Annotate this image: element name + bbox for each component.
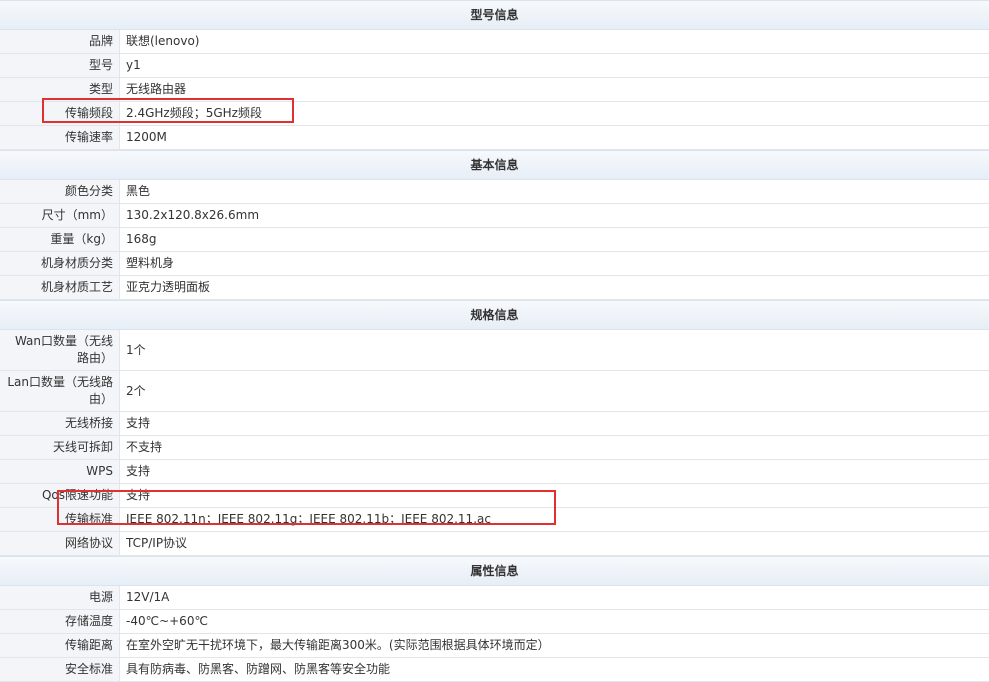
spec-value: 在室外空旷无干扰环境下，最大传输距离300米。(实际范围根据具体环境而定） xyxy=(126,638,550,652)
spec-label: WPS xyxy=(0,460,120,483)
spec-row: 传输速率 1200M xyxy=(0,126,989,150)
spec-row: 品牌 联想(lenovo) xyxy=(0,30,989,54)
spec-value: 168g xyxy=(126,232,157,246)
spec-value: 1个 xyxy=(126,342,146,357)
spec-label: 机身材质工艺 xyxy=(0,276,120,299)
spec-row: 类型 无线路由器 xyxy=(0,78,989,102)
spec-value: 具有防病毒、防黑客、防蹭网、防黑客等安全功能 xyxy=(126,662,391,676)
spec-value: 不支持 xyxy=(126,440,163,454)
spec-row: 机身材质分类 塑料机身 xyxy=(0,252,989,276)
spec-value: 12V/1A xyxy=(126,590,170,604)
spec-row: 电源 12V/1A xyxy=(0,586,989,610)
section-header: 属性信息 xyxy=(0,556,989,586)
spec-value: 130.2x120.8x26.6mm xyxy=(126,208,260,222)
spec-row: 机身材质工艺 亚克力透明面板 xyxy=(0,276,989,300)
spec-label: 传输频段 xyxy=(0,102,120,125)
spec-label: 电源 xyxy=(0,586,120,609)
spec-value: 亚克力透明面板 xyxy=(126,280,211,294)
spec-label: 类型 xyxy=(0,78,120,101)
spec-row: 网络协议 TCP/IP协议 xyxy=(0,532,989,556)
spec-label: 品牌 xyxy=(0,30,120,53)
spec-value: 支持 xyxy=(126,416,151,430)
spec-label: 存储温度 xyxy=(0,610,120,633)
spec-label: 重量（kg） xyxy=(0,228,120,251)
spec-value: IEEE 802.11n；IEEE 802.11g；IEEE 802.11b；I… xyxy=(126,512,491,526)
spec-value: 2.4GHz频段；5GHz频段 xyxy=(126,106,262,120)
spec-value: TCP/IP协议 xyxy=(126,536,188,550)
spec-row: 传输标准 IEEE 802.11n；IEEE 802.11g；IEEE 802.1… xyxy=(0,508,989,532)
spec-value: 无线路由器 xyxy=(126,82,187,96)
spec-label: 网络协议 xyxy=(0,532,120,555)
spec-row: 无线桥接 支持 xyxy=(0,412,989,436)
section-header: 基本信息 xyxy=(0,150,989,180)
spec-value: 支持 xyxy=(126,488,151,502)
spec-label: Qos限速功能 xyxy=(0,484,120,507)
spec-row: 传输频段 2.4GHz频段；5GHz频段 xyxy=(0,102,989,126)
spec-label: 传输距离 xyxy=(0,634,120,657)
spec-row: 存储温度 -40℃~+60℃ xyxy=(0,610,989,634)
spec-value: 黑色 xyxy=(126,184,151,198)
spec-row: WPS 支持 xyxy=(0,460,989,484)
spec-label: 传输标准 xyxy=(0,508,120,531)
spec-label: 颜色分类 xyxy=(0,180,120,203)
spec-row: Wan口数量（无线路由） 1个 xyxy=(0,330,989,371)
spec-label: Lan口数量（无线路由） xyxy=(0,371,120,411)
spec-row: 颜色分类 黑色 xyxy=(0,180,989,204)
spec-row: 尺寸（mm） 130.2x120.8x26.6mm xyxy=(0,204,989,228)
spec-label: 型号 xyxy=(0,54,120,77)
spec-row: 传输距离 在室外空旷无干扰环境下，最大传输距离300米。(实际范围根据具体环境而定… xyxy=(0,634,989,658)
spec-row: 重量（kg） 168g xyxy=(0,228,989,252)
spec-row: Qos限速功能 支持 xyxy=(0,484,989,508)
spec-value: y1 xyxy=(126,58,141,72)
section-header: 型号信息 xyxy=(0,0,989,30)
spec-label: 尺寸（mm） xyxy=(0,204,120,227)
spec-value: 2个 xyxy=(126,383,146,398)
spec-label: 安全标准 xyxy=(0,658,120,681)
spec-value: 1200M xyxy=(126,130,167,144)
spec-value: 联想(lenovo) xyxy=(126,34,200,48)
spec-label: 机身材质分类 xyxy=(0,252,120,275)
spec-row: 天线可拆卸 不支持 xyxy=(0,436,989,460)
spec-label: Wan口数量（无线路由） xyxy=(0,330,120,370)
spec-row: 型号 y1 xyxy=(0,54,989,78)
spec-row: Lan口数量（无线路由） 2个 xyxy=(0,371,989,412)
spec-row: 安全标准 具有防病毒、防黑客、防蹭网、防黑客等安全功能 xyxy=(0,658,989,682)
spec-label: 无线桥接 xyxy=(0,412,120,435)
spec-table: 型号信息 品牌 联想(lenovo) 型号 y1 类型 无线路由器 传输频段 2.4GHz频段；… xyxy=(0,0,989,682)
spec-value: 支持 xyxy=(126,464,151,478)
spec-value: -40℃~+60℃ xyxy=(126,614,208,628)
section-header: 规格信息 xyxy=(0,300,989,330)
spec-value: 塑料机身 xyxy=(126,256,175,270)
spec-label: 传输速率 xyxy=(0,126,120,149)
spec-label: 天线可拆卸 xyxy=(0,436,120,459)
